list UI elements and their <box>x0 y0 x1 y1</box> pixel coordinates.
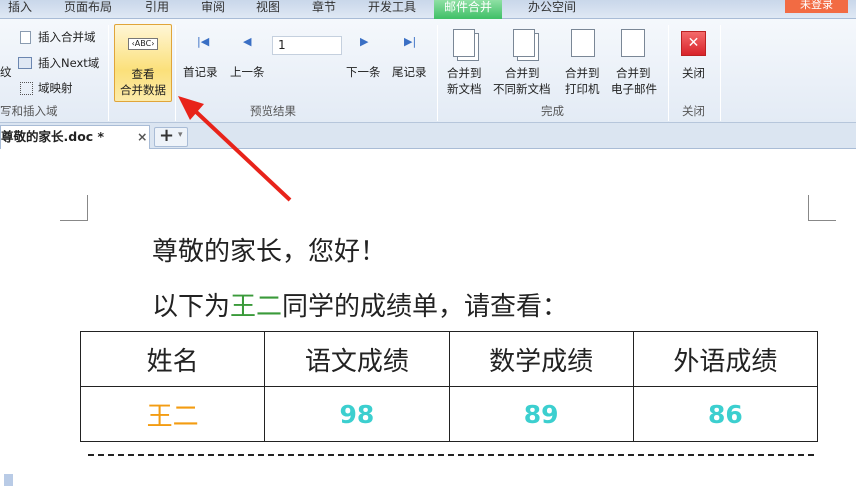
header-math: 数学成绩 <box>448 331 634 387</box>
record-number-input[interactable]: 1 <box>272 36 342 55</box>
intro-text: 以下为王二同学的成绩单，请查看： <box>152 292 569 322</box>
last-icon: ▶| <box>404 35 417 48</box>
arrow-right-icon: ▶ <box>360 35 369 48</box>
group-label-preview: 预览结果 <box>250 104 296 118</box>
dashed-divider <box>88 454 814 456</box>
menu-references[interactable]: 引用 <box>145 0 169 19</box>
abc-field-icon: ‹ABC› <box>128 38 158 50</box>
document-tab[interactable]: 尊敬的家长.doc * × <box>0 125 150 149</box>
documents-icon <box>453 29 475 57</box>
arrow-left-icon: ◀ <box>243 35 252 48</box>
menu-page-layout[interactable]: 页面布局 <box>64 0 112 19</box>
email-icon <box>621 29 645 57</box>
login-button[interactable]: 未登录 <box>785 0 848 13</box>
field-map-icon <box>20 82 33 95</box>
page-layout-icon[interactable] <box>4 474 13 486</box>
first-record-button[interactable]: |◀ 首记录 <box>183 33 223 83</box>
document-page: 尊敬的家长，您好！ 以下为王二同学的成绩单，请查看： 姓名 语文成绩 数学成绩 … <box>0 149 856 497</box>
menu-view[interactable]: 视图 <box>256 0 280 19</box>
cell-chinese: 98 <box>264 386 450 442</box>
new-tab-button[interactable]: + ▾ <box>154 125 188 147</box>
group-label-close: 关闭 <box>682 104 705 118</box>
insert-icon <box>18 57 32 69</box>
menu-bar: 插入 页面布局 引用 审阅 视图 章节 开发工具 邮件合并 办公空间 未登录 <box>0 0 856 19</box>
merge-to-new-doc-button[interactable]: 合并到 新文档 <box>445 27 489 97</box>
header-foreign: 外语成绩 <box>632 331 819 387</box>
merge-to-separate-docs-button[interactable]: 合并到 不同新文档 <box>493 27 557 97</box>
plus-icon: + <box>159 125 175 146</box>
greeting-text: 尊敬的家长，您好！ <box>152 237 387 267</box>
merge-to-email-button[interactable]: 合并到 电子邮件 <box>611 27 661 97</box>
cut-label: 纹 <box>0 65 12 79</box>
prev-record-button[interactable]: ◀ 上一条 <box>230 33 270 83</box>
menu-office-space[interactable]: 办公空间 <box>528 0 576 19</box>
documents-icon <box>513 29 535 57</box>
table-header-row: 姓名 语文成绩 数学成绩 外语成绩 <box>79 331 819 387</box>
group-label-finish: 完成 <box>541 104 564 118</box>
last-record-button[interactable]: ▶| 尾记录 <box>392 33 432 83</box>
next-record-button[interactable]: ▶ 下一条 <box>346 33 386 83</box>
ribbon: 纹 插入合并域 插入Next域 域映射 写和插入域 ‹ABC› 查看 合并数据 … <box>0 19 856 123</box>
menu-chapter[interactable]: 章节 <box>312 0 336 19</box>
table-row: 王二 98 89 86 <box>79 386 819 442</box>
document-tab-bar: 尊敬的家长.doc * × + ▾ <box>0 123 856 149</box>
view-merged-data-button[interactable]: ‹ABC› 查看 合并数据 <box>114 24 172 102</box>
cell-foreign: 86 <box>632 386 819 442</box>
score-table: 姓名 语文成绩 数学成绩 外语成绩 王二 98 89 86 <box>79 331 819 442</box>
cell-math: 89 <box>448 386 634 442</box>
document-icon <box>20 31 31 44</box>
menu-developer[interactable]: 开发工具 <box>368 0 416 19</box>
menu-mail-merge[interactable]: 邮件合并 <box>434 0 503 19</box>
header-chinese: 语文成绩 <box>264 331 450 387</box>
printer-icon <box>571 29 595 57</box>
page-corner-mark <box>808 195 836 221</box>
chevron-down-icon[interactable]: ▾ <box>178 130 183 140</box>
cell-name: 王二 <box>79 386 266 442</box>
close-tab-icon[interactable]: × <box>137 126 147 148</box>
page-corner-mark <box>60 195 88 221</box>
close-icon: ✕ <box>681 31 706 56</box>
close-mail-merge-button[interactable]: ✕ 关闭 <box>676 29 712 80</box>
menu-insert[interactable]: 插入 <box>8 0 32 19</box>
merge-to-printer-button[interactable]: 合并到 打印机 <box>563 27 607 97</box>
student-name-field: 王二 <box>230 292 283 322</box>
document-tab-title: 尊敬的家长.doc * <box>1 129 105 144</box>
header-name: 姓名 <box>79 331 266 387</box>
group-label-write: 写和插入域 <box>0 104 58 118</box>
menu-review[interactable]: 审阅 <box>201 0 225 19</box>
first-icon: |◀ <box>197 35 210 48</box>
